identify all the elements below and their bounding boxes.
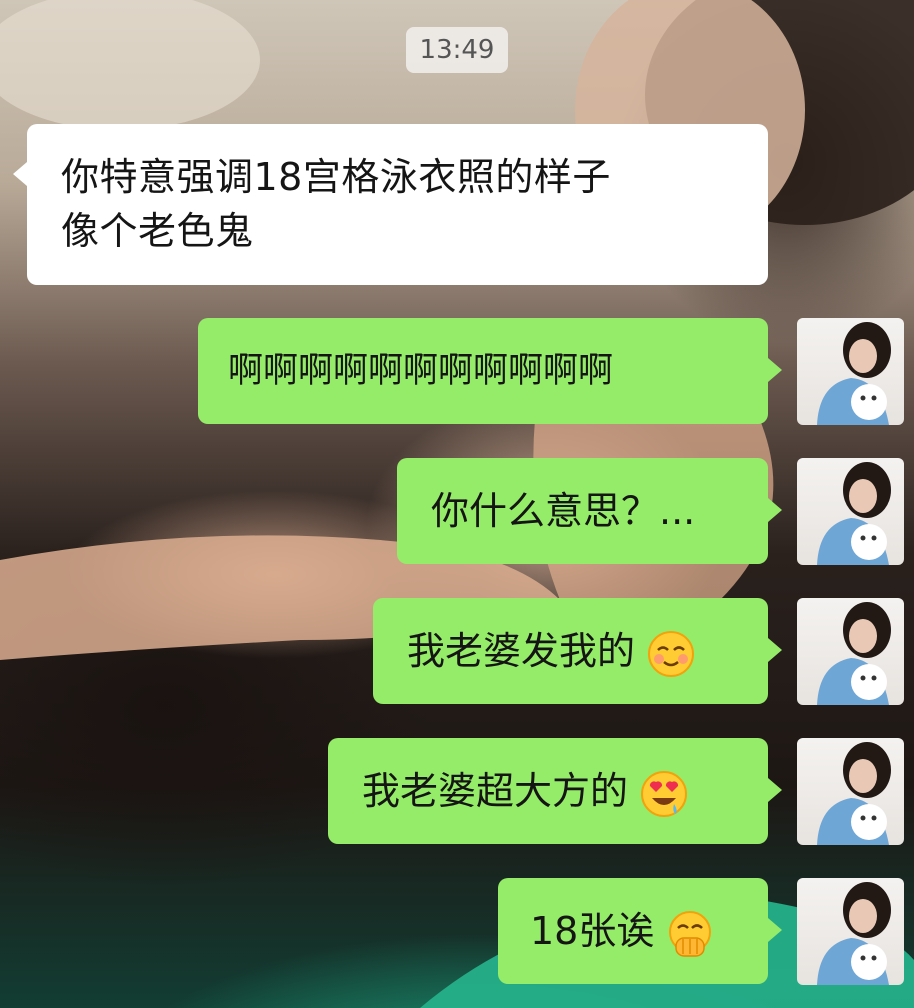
hand-over-mouth-face-icon xyxy=(669,910,712,957)
message-text: 你什么意思？... xyxy=(431,489,696,533)
timestamp-chip: 13:49 xyxy=(405,27,509,73)
heart-eyes-drooling-face-icon xyxy=(641,770,688,817)
avatar-photo-icon xyxy=(817,462,891,565)
avatar[interactable] xyxy=(797,598,904,705)
timestamp-row: 13:49 xyxy=(0,27,914,73)
avatar[interactable] xyxy=(797,878,904,985)
message-bubble-sent[interactable]: 你什么意思？... xyxy=(397,458,782,564)
message-bubble-sent[interactable]: 我老婆发我的 xyxy=(373,598,782,704)
avatar-photo-icon xyxy=(817,322,891,425)
message-bubble-sent[interactable]: 啊啊啊啊啊啊啊啊啊啊啊 xyxy=(198,318,782,424)
message-text: 18张诶 xyxy=(530,909,655,953)
message-bubble-received[interactable]: 你特意强调18宫格泳衣照的样子 像个老色鬼 xyxy=(13,124,768,285)
smiling-blushing-face-icon xyxy=(648,630,695,677)
avatar-photo-icon xyxy=(817,742,891,845)
avatar-photo-icon xyxy=(817,602,891,705)
avatar[interactable] xyxy=(797,318,904,425)
avatar-photo-icon xyxy=(817,882,891,985)
message-text-line: 像个老色鬼 xyxy=(61,209,254,253)
avatar[interactable] xyxy=(797,458,904,565)
avatar[interactable] xyxy=(797,738,904,845)
message-text: 我老婆超大方的 xyxy=(362,769,629,813)
message-text: 啊啊啊啊啊啊啊啊啊啊啊 xyxy=(228,351,614,391)
message-text-line: 你特意强调18宫格泳衣照的样子 xyxy=(61,155,611,199)
message-bubble-sent[interactable]: 我老婆超大方的 xyxy=(328,738,782,844)
message-bubble-sent[interactable]: 18张诶 xyxy=(498,878,782,984)
message-text: 我老婆发我的 xyxy=(407,629,636,673)
